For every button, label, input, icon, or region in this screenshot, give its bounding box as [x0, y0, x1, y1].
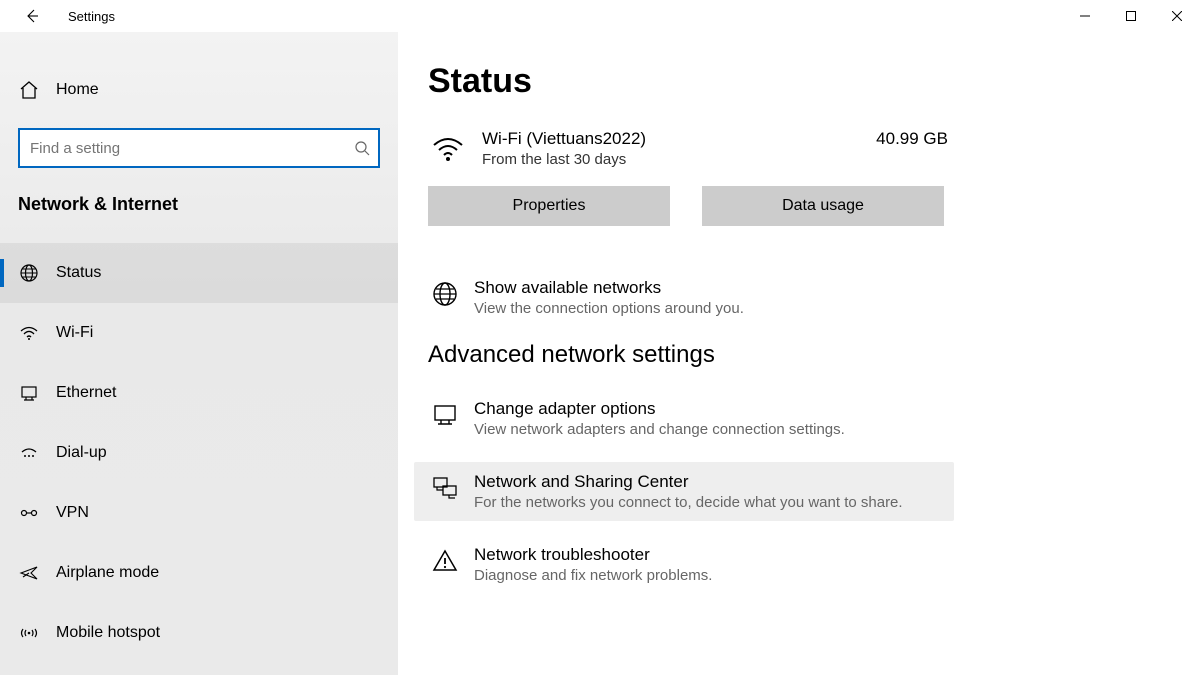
- back-button[interactable]: [16, 0, 48, 32]
- wifi-icon: [18, 322, 40, 344]
- titlebar: Settings: [0, 0, 1200, 32]
- minimize-icon: [1080, 11, 1090, 21]
- home-icon: [18, 79, 40, 101]
- warning-icon: [428, 547, 462, 575]
- sidebar-item-ethernet[interactable]: Ethernet: [0, 363, 398, 423]
- minimize-button[interactable]: [1062, 0, 1108, 32]
- sidebar: Home Network & Internet Status Wi-Fi: [0, 32, 398, 675]
- advanced-heading: Advanced network settings: [428, 341, 1170, 369]
- sidebar-item-label: Wi-Fi: [56, 324, 93, 342]
- search-icon: [354, 140, 370, 156]
- network-troubleshooter[interactable]: Network troubleshooter Diagnose and fix …: [414, 535, 954, 594]
- content: Status Wi-Fi (Viettuans2022) From the la…: [398, 32, 1200, 675]
- window-controls: [1062, 0, 1200, 32]
- link-title: Show available networks: [474, 278, 744, 298]
- dialup-icon: [18, 442, 40, 464]
- button-row: Properties Data usage: [428, 186, 1170, 226]
- wifi-large-icon: [428, 131, 468, 165]
- maximize-button[interactable]: [1108, 0, 1154, 32]
- search-input[interactable]: [18, 128, 380, 168]
- network-card: Wi-Fi (Viettuans2022) From the last 30 d…: [428, 129, 948, 168]
- network-name: Wi-Fi (Viettuans2022): [482, 129, 856, 149]
- ethernet-icon: [18, 382, 40, 404]
- close-button[interactable]: [1154, 0, 1200, 32]
- close-icon: [1172, 11, 1182, 21]
- back-arrow-icon: [24, 8, 40, 24]
- link-title: Network troubleshooter: [474, 545, 712, 565]
- hotspot-icon: [18, 622, 40, 644]
- sharing-icon: [428, 474, 462, 502]
- sidebar-item-hotspot[interactable]: Mobile hotspot: [0, 603, 398, 663]
- sidebar-item-dialup[interactable]: Dial-up: [0, 423, 398, 483]
- window-title: Settings: [68, 9, 115, 24]
- network-usage: 40.99 GB: [856, 129, 948, 149]
- sidebar-item-label: VPN: [56, 504, 89, 522]
- airplane-icon: [18, 562, 40, 584]
- sidebar-item-status[interactable]: Status: [0, 243, 398, 303]
- sidebar-item-label: Airplane mode: [56, 564, 159, 582]
- sidebar-item-wifi[interactable]: Wi-Fi: [0, 303, 398, 363]
- network-sub: From the last 30 days: [482, 151, 856, 168]
- link-desc: View the connection options around you.: [474, 300, 744, 317]
- show-available-networks[interactable]: Show available networks View the connect…: [414, 268, 954, 327]
- vpn-icon: [18, 502, 40, 524]
- link-desc: For the networks you connect to, decide …: [474, 494, 903, 511]
- data-usage-button[interactable]: Data usage: [702, 186, 944, 226]
- sidebar-item-label: Status: [56, 264, 101, 282]
- change-adapter-options[interactable]: Change adapter options View network adap…: [414, 389, 954, 448]
- link-title: Change adapter options: [474, 399, 845, 419]
- sidebar-item-vpn[interactable]: VPN: [0, 483, 398, 543]
- link-desc: Diagnose and fix network problems.: [474, 567, 712, 584]
- globe-icon: [18, 262, 40, 284]
- sidebar-item-airplane[interactable]: Airplane mode: [0, 543, 398, 603]
- search-wrap: [18, 128, 380, 168]
- sidebar-item-label: Ethernet: [56, 384, 116, 402]
- globe-icon: [428, 280, 462, 308]
- sidebar-item-label: Dial-up: [56, 444, 107, 462]
- network-sharing-center[interactable]: Network and Sharing Center For the netwo…: [414, 462, 954, 521]
- adapter-icon: [428, 401, 462, 429]
- link-title: Network and Sharing Center: [474, 472, 903, 492]
- page-title: Status: [428, 62, 1170, 101]
- sidebar-section-title: Network & Internet: [0, 194, 398, 215]
- link-desc: View network adapters and change connect…: [474, 421, 845, 438]
- sidebar-home-label: Home: [56, 81, 99, 99]
- maximize-icon: [1126, 11, 1136, 21]
- sidebar-home[interactable]: Home: [0, 62, 398, 118]
- sidebar-item-label: Mobile hotspot: [56, 624, 160, 642]
- properties-button[interactable]: Properties: [428, 186, 670, 226]
